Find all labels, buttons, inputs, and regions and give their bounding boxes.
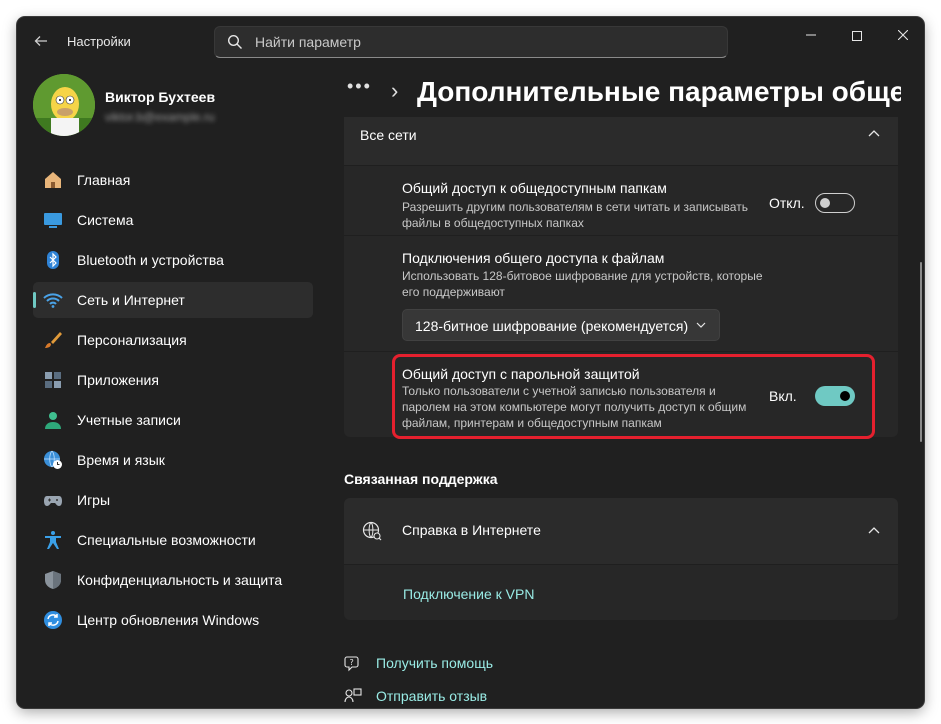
arrow-left-icon — [34, 36, 47, 46]
chevron-up-icon — [868, 527, 880, 534]
sidebar-item-label: Bluetooth и устройства — [77, 252, 224, 268]
scrollbar[interactable] — [920, 262, 922, 442]
gamepad-icon — [44, 496, 62, 506]
avatar — [33, 74, 95, 136]
setting-title: Общий доступ к общедоступным папкам — [402, 180, 667, 196]
setting-description: Использовать 128-битовое шифрование для … — [402, 269, 763, 299]
avatar-image — [33, 74, 95, 136]
web-help-label: Справка в Интернете — [402, 522, 541, 538]
search-icon — [227, 34, 242, 49]
sidebar-item-gaming[interactable]: Игры — [33, 482, 313, 518]
sidebar-item-windows-update[interactable]: Центр обновления Windows — [33, 602, 313, 638]
sidebar-item-label: Главная — [77, 172, 131, 188]
sidebar-item-accounts[interactable]: Учетные записи — [33, 402, 313, 438]
shield-icon — [45, 571, 61, 589]
public-folders-toggle[interactable] — [815, 193, 855, 213]
web-help-content: Подключение к VPN — [344, 564, 898, 620]
globe-icon — [362, 521, 382, 541]
sidebar-item-label: Система — [77, 212, 134, 228]
back-button[interactable] — [31, 31, 51, 51]
public-folders-setting: Общий доступ к общедоступным папкам Разр… — [344, 165, 898, 235]
minimize-button[interactable] — [797, 25, 825, 45]
brush-icon — [45, 332, 62, 348]
get-help-label: Получить помощь — [376, 655, 494, 671]
dropdown-value: 128-битное шифрование (рекомендуется) — [415, 318, 689, 334]
setting-title: Подключения общего доступа к файлам — [402, 250, 665, 266]
all-networks-group-header[interactable]: Все сети — [344, 117, 898, 165]
vpn-help-link[interactable]: Подключение к VPN — [403, 586, 534, 602]
sidebar-item-system[interactable]: Система — [33, 202, 313, 238]
monitor-icon — [44, 213, 62, 228]
sidebar-item-label: Сеть и Интернет — [77, 292, 185, 308]
breadcrumb: ••• › Дополнительные параметры общего до… — [347, 72, 901, 118]
title-bar: Настройки — [17, 17, 924, 65]
home-icon — [45, 172, 61, 188]
page-title: Дополнительные параметры общего доступа — [417, 76, 901, 107]
sidebar-item-label: Персонализация — [77, 332, 187, 348]
app-title: Настройки — [67, 34, 131, 49]
globe-clock-icon — [44, 450, 62, 469]
chevron-up-icon — [868, 130, 880, 137]
highlight-frame — [392, 354, 875, 439]
user-profile[interactable]: Виктор Бухтеев viktor.b@example.ru — [33, 74, 323, 138]
group-label: Все сети — [360, 127, 417, 143]
user-email: viktor.b@example.ru — [105, 110, 215, 124]
search-box[interactable] — [214, 26, 728, 58]
sidebar-item-bluetooth[interactable]: Bluetooth и устройства — [33, 242, 313, 278]
accessibility-icon — [45, 531, 61, 549]
maximize-button[interactable] — [843, 25, 871, 45]
close-icon — [897, 29, 909, 41]
sidebar-item-accessibility[interactable]: Специальные возможности — [33, 522, 313, 558]
sidebar-item-apps[interactable]: Приложения — [33, 362, 313, 398]
bluetooth-icon — [47, 251, 59, 269]
breadcrumb-separator: › — [391, 78, 399, 103]
web-help-header[interactable]: Справка в Интернете — [344, 498, 898, 564]
toggle-knob — [820, 198, 830, 208]
sidebar-item-label: Игры — [77, 492, 111, 508]
sidebar-item-label: Специальные возможности — [77, 532, 256, 548]
update-icon — [44, 611, 62, 629]
send-feedback-label: Отправить отзыв — [376, 688, 488, 704]
sidebar-item-label: Учетные записи — [77, 412, 181, 428]
setting-description: Разрешить другим пользователям в сети чи… — [402, 200, 748, 230]
wifi-icon — [43, 293, 63, 308]
toggle-state-label: Откл. — [769, 195, 805, 211]
sidebar-item-label: Приложения — [77, 372, 159, 388]
sidebar-item-home[interactable]: Главная — [33, 162, 313, 198]
search-input[interactable] — [255, 27, 715, 57]
related-support-title: Связанная поддержка — [344, 471, 498, 487]
sidebar-item-privacy[interactable]: Конфиденциальность и защита — [33, 562, 313, 598]
close-button[interactable] — [889, 25, 917, 45]
sidebar-item-personalization[interactable]: Персонализация — [33, 322, 313, 358]
apps-icon — [45, 372, 61, 388]
settings-window: Настройки Найти параметр Виктор Бухтеев … — [17, 17, 924, 708]
sidebar-item-network[interactable]: Сеть и Интернет — [33, 282, 313, 318]
breadcrumb-more-button[interactable]: ••• — [347, 76, 372, 97]
user-name: Виктор Бухтеев — [105, 89, 216, 105]
help-chat-icon: ? — [344, 656, 359, 672]
feedback-icon — [344, 688, 362, 703]
sidebar-item-label: Центр обновления Windows — [77, 612, 260, 628]
sidebar-item-label: Время и язык — [77, 452, 165, 468]
sidebar-item-label: Конфиденциальность и защита — [77, 572, 283, 588]
person-icon — [45, 412, 61, 429]
svg-text:?: ? — [350, 658, 354, 667]
maximize-icon — [852, 31, 862, 42]
minimize-icon — [806, 34, 816, 36]
encryption-dropdown[interactable]: 128-битное шифрование (рекомендуется) — [402, 309, 720, 341]
chevron-down-icon — [696, 322, 706, 328]
sidebar-item-time-language[interactable]: Время и язык — [33, 442, 313, 478]
